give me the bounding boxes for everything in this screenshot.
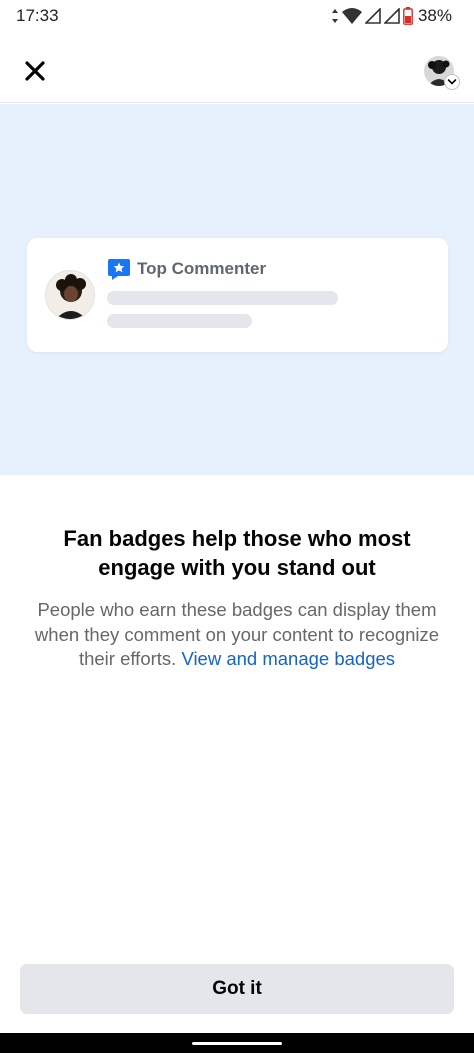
star-badge-icon [107,257,131,281]
signal-icon [383,8,400,24]
badge-preview-card: Top Commenter [27,238,448,352]
battery-percent: 38% [417,6,452,25]
home-indicator[interactable] [192,1042,282,1045]
profile-switcher-button[interactable] [424,56,460,90]
description-text: People who earn these badges can display… [30,598,444,672]
view-manage-badges-link[interactable]: View and manage badges [181,648,395,669]
page-heading: Fan badges help those who most engage wi… [63,526,411,580]
comment-placeholder-line [107,314,252,328]
close-icon [25,60,45,86]
got-it-button[interactable]: Got it [20,964,454,1014]
system-nav-bar [0,1033,474,1053]
badge-label: Top Commenter [137,259,267,278]
commenter-avatar [45,270,95,320]
battery-icon [403,7,413,25]
top-nav [0,40,474,103]
data-arrows-icon [331,9,339,23]
comment-placeholder-line [107,291,338,305]
badge-illustration: Top Commenter [0,104,474,475]
chevron-down-icon [444,74,460,90]
status-time: 17:33 [16,6,59,25]
status-icons: 38% [331,6,452,26]
signal-icon [364,8,381,24]
status-bar: 17:33 38% [0,0,474,30]
wifi-icon [341,8,362,24]
close-button[interactable] [18,56,52,90]
